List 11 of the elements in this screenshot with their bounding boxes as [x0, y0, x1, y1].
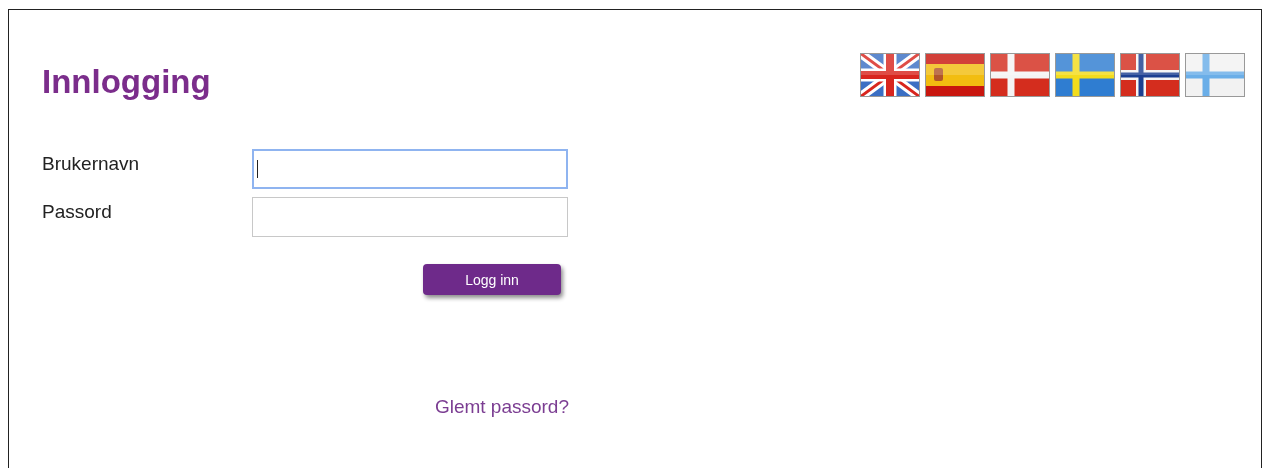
flag-icon[interactable]	[990, 53, 1050, 97]
input-field[interactable]	[252, 197, 568, 237]
page-title: Innlogging	[42, 63, 211, 101]
login-button[interactable]: Logg inn	[423, 264, 561, 295]
field-label: Brukernavn	[42, 153, 141, 175]
forgot-password-link[interactable]: Glemt passord?	[434, 396, 569, 418]
flag-icon[interactable]	[1120, 53, 1180, 97]
flag-icon[interactable]	[860, 53, 920, 97]
field-label: Passord	[42, 201, 113, 223]
flag-icon[interactable]	[925, 53, 985, 97]
input-field[interactable]	[252, 149, 568, 189]
